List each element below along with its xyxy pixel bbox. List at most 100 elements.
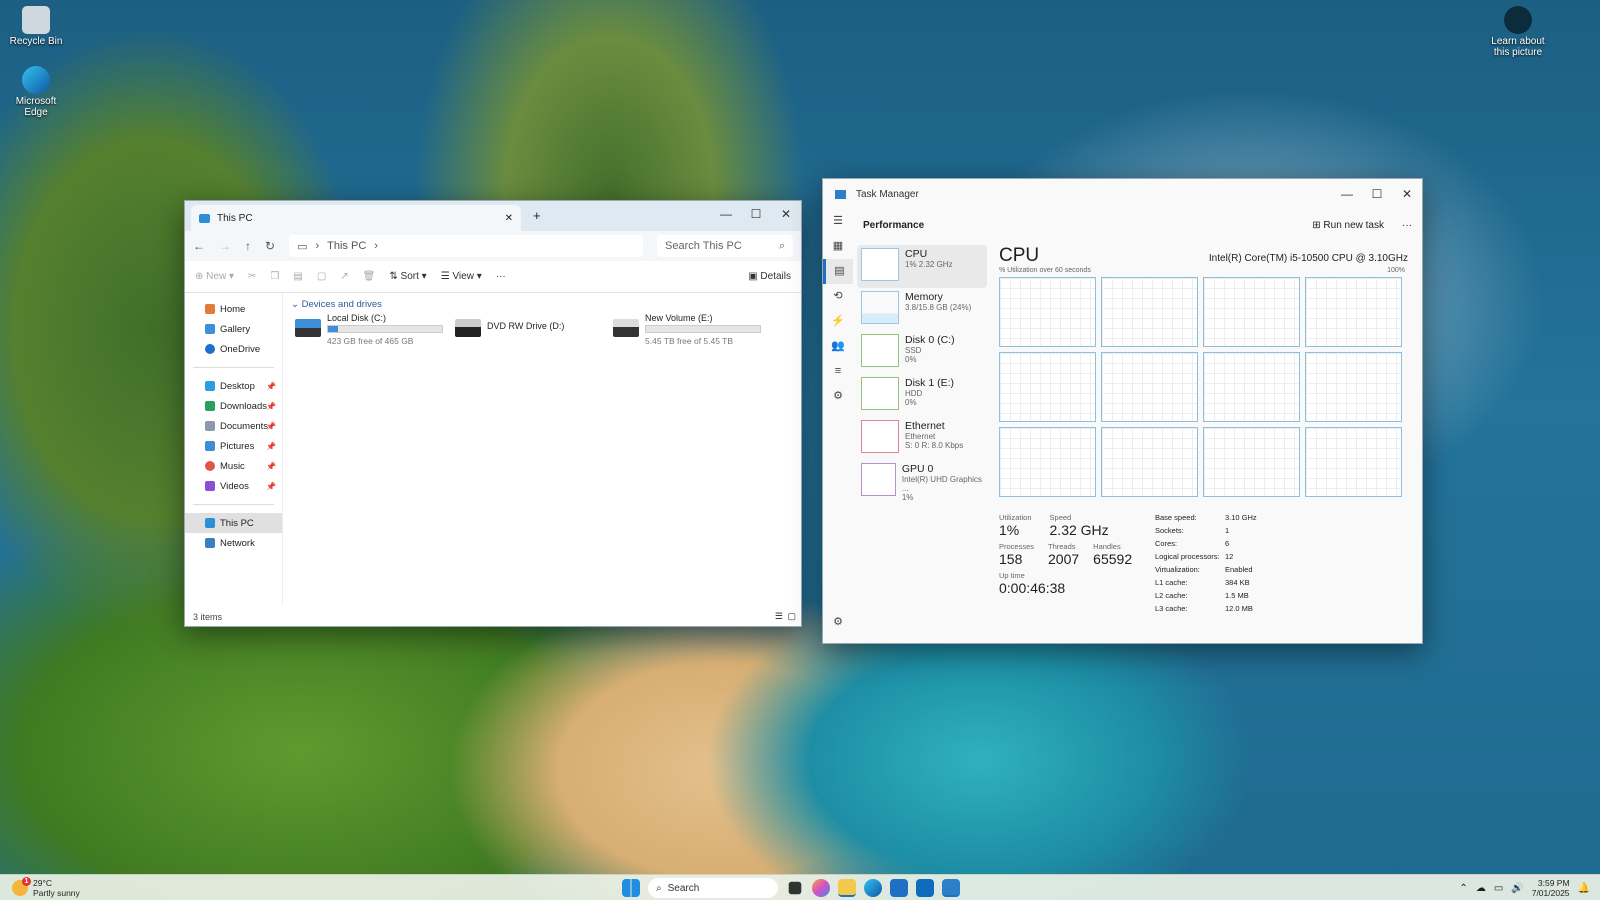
up-icon[interactable]: ↑: [245, 239, 251, 253]
learn-picture-icon[interactable]: Learn about this picture: [1488, 6, 1548, 58]
start-button-icon[interactable]: [622, 879, 640, 897]
volume-icon[interactable]: 🔊: [1511, 883, 1523, 894]
cut-icon[interactable]: ✂: [248, 271, 256, 282]
address-bar[interactable]: ▭ › This PC ›: [289, 235, 643, 257]
new-button[interactable]: ⊕ New ▾: [195, 271, 234, 282]
list-view-icon[interactable]: ☰: [775, 611, 783, 622]
view-button[interactable]: ☰ View ▾: [441, 271, 482, 282]
settings-icon[interactable]: ⚙: [823, 610, 853, 635]
taskbar: 1 29°C Partly sunny ⌕ Search ⌃ ☁ ▭ 🔊 3:59 …: [0, 874, 1600, 900]
details-button[interactable]: ▣ Details: [748, 271, 791, 282]
clock[interactable]: 3:59 PM 7/01/2025: [1532, 878, 1570, 898]
search-input[interactable]: Search This PC ⌕: [657, 235, 793, 257]
share-icon[interactable]: ↗: [340, 271, 348, 282]
search-icon: ⌕: [778, 239, 785, 252]
copilot-icon[interactable]: [812, 879, 830, 897]
maximize-button[interactable]: ☐: [1362, 181, 1392, 207]
drive-e[interactable]: New Volume (E:) 5.45 TB free of 5.45 TB: [607, 313, 761, 347]
sidebar-item-videos[interactable]: Videos 📌: [185, 476, 282, 496]
edge-taskbar-icon[interactable]: [864, 879, 882, 897]
sidebar-item-this-pc[interactable]: This PC: [185, 513, 282, 533]
drive-d[interactable]: DVD RW Drive (D:): [449, 313, 599, 347]
delete-icon[interactable]: 🗑: [363, 271, 376, 282]
edge-desktop-icon[interactable]: Microsoft Edge: [6, 66, 66, 118]
back-icon[interactable]: ←: [193, 239, 205, 253]
network-icon[interactable]: ▭: [1494, 883, 1503, 894]
sidebar-item-pictures[interactable]: Pictures 📌: [185, 436, 282, 456]
videos-icon: [205, 481, 215, 491]
weather-widget[interactable]: 1 29°C Partly sunny: [12, 877, 80, 898]
recycle-bin-icon[interactable]: Recycle Bin: [6, 6, 66, 47]
users-icon[interactable]: 👥: [823, 334, 853, 359]
forward-icon[interactable]: →: [219, 239, 231, 253]
drive-c[interactable]: Local Disk (C:) 423 GB free of 465 GB: [289, 313, 443, 347]
copy-icon[interactable]: ❐: [270, 271, 279, 282]
chevron-up-icon[interactable]: ⌃: [1459, 883, 1467, 894]
nav-rail: ☰ ▦ ▤ ⟲ ⚡ 👥 ≡ ⚙ ⚙: [823, 209, 853, 643]
resource-item-disk0[interactable]: Disk 0 (C:) SSD 0%: [857, 331, 987, 374]
drive-usage-bar: [327, 325, 443, 333]
refresh-icon[interactable]: ↻: [265, 239, 275, 253]
pictures-icon: [205, 441, 215, 451]
file-explorer-taskbar-icon[interactable]: [838, 879, 856, 897]
close-button[interactable]: ✕: [771, 201, 801, 227]
task-manager-taskbar-icon[interactable]: [942, 879, 960, 897]
resource-item-gpu0[interactable]: GPU 0 Intel(R) UHD Graphics ... 1%: [857, 460, 987, 503]
services-icon[interactable]: ⚙: [823, 384, 853, 409]
rename-icon[interactable]: ▢: [317, 271, 326, 282]
sidebar-item-music[interactable]: Music 📌: [185, 456, 282, 476]
navigation-pane: Home Gallery OneDrive Desktop 📌 Downloads…: [185, 293, 283, 606]
resource-item-disk1[interactable]: Disk 1 (E:) HDD 0%: [857, 374, 987, 417]
sidebar-item-desktop[interactable]: Desktop 📌: [185, 376, 282, 396]
sort-button[interactable]: ⇅ Sort ▾: [389, 271, 426, 282]
new-tab-button[interactable]: +: [533, 208, 541, 223]
divider: [193, 367, 274, 368]
app-history-icon[interactable]: ⟲: [823, 284, 853, 309]
close-button[interactable]: ✕: [1392, 181, 1422, 207]
sidebar-item-onedrive[interactable]: OneDrive: [185, 339, 282, 359]
page-header: Performance ⊞ Run new task ···: [853, 209, 1422, 241]
memory-thumbnail: [861, 291, 899, 324]
tab-this-pc[interactable]: This PC ✕: [191, 205, 521, 231]
cpu-graph: [1203, 352, 1300, 422]
sidebar-item-downloads[interactable]: Downloads 📌: [185, 396, 282, 416]
logical-processor-graphs: [999, 277, 1414, 497]
utilization-max-label: 100%: [1387, 267, 1405, 274]
outlook-icon[interactable]: [916, 879, 934, 897]
task-view-icon[interactable]: [788, 881, 802, 895]
group-header[interactable]: ⌄ Devices and drives: [291, 299, 801, 310]
paste-icon[interactable]: ▤: [293, 271, 302, 282]
sidebar-item-network[interactable]: Network: [185, 533, 282, 553]
maximize-button[interactable]: ☐: [741, 201, 771, 227]
pc-icon: [205, 518, 215, 528]
sidebar-item-gallery[interactable]: Gallery: [185, 319, 282, 339]
store-icon[interactable]: [890, 879, 908, 897]
tile-view-icon[interactable]: ▢: [787, 611, 796, 622]
processes-icon[interactable]: ▦: [823, 234, 853, 259]
disk1-thumbnail: [861, 377, 899, 410]
utilization-axis-label: % Utilization over 60 seconds: [999, 267, 1091, 274]
resource-item-ethernet[interactable]: Ethernet Ethernet S: 0 R: 8.0 Kbps: [857, 417, 987, 460]
minimize-button[interactable]: —: [711, 201, 741, 227]
close-tab-icon[interactable]: ✕: [505, 213, 513, 224]
resource-item-memory[interactable]: Memory 3.8/15.8 GB (24%): [857, 288, 987, 331]
run-new-task-button[interactable]: ⊞ Run new task: [1312, 220, 1384, 231]
more-options-button[interactable]: ···: [1402, 220, 1412, 231]
taskbar-search[interactable]: ⌕ Search: [648, 878, 778, 898]
explorer-tab-bar: This PC ✕ + — ☐ ✕: [185, 201, 801, 231]
startup-apps-icon[interactable]: ⚡: [823, 309, 853, 334]
task-manager-icon: [835, 189, 846, 199]
bell-icon[interactable]: 🔔: [1578, 883, 1590, 894]
resource-item-cpu[interactable]: CPU 1% 2.32 GHz: [857, 245, 987, 288]
details-list-icon[interactable]: ≡: [823, 359, 853, 384]
task-manager-window: Task Manager — ☐ ✕ ☰ ▦ ▤ ⟲ ⚡ 👥 ≡ ⚙ ⚙ Per…: [822, 178, 1423, 644]
more-options-button[interactable]: ···: [496, 271, 506, 282]
sidebar-item-documents[interactable]: Documents 📌: [185, 416, 282, 436]
minimize-button[interactable]: —: [1332, 181, 1362, 207]
cloud-icon[interactable]: ☁: [1476, 883, 1486, 894]
pin-icon: 📌: [266, 441, 276, 451]
hamburger-menu-icon[interactable]: ☰: [823, 209, 853, 234]
cpu-graph: [999, 277, 1096, 347]
performance-icon[interactable]: ▤: [823, 259, 853, 284]
sidebar-item-home[interactable]: Home: [185, 299, 282, 319]
